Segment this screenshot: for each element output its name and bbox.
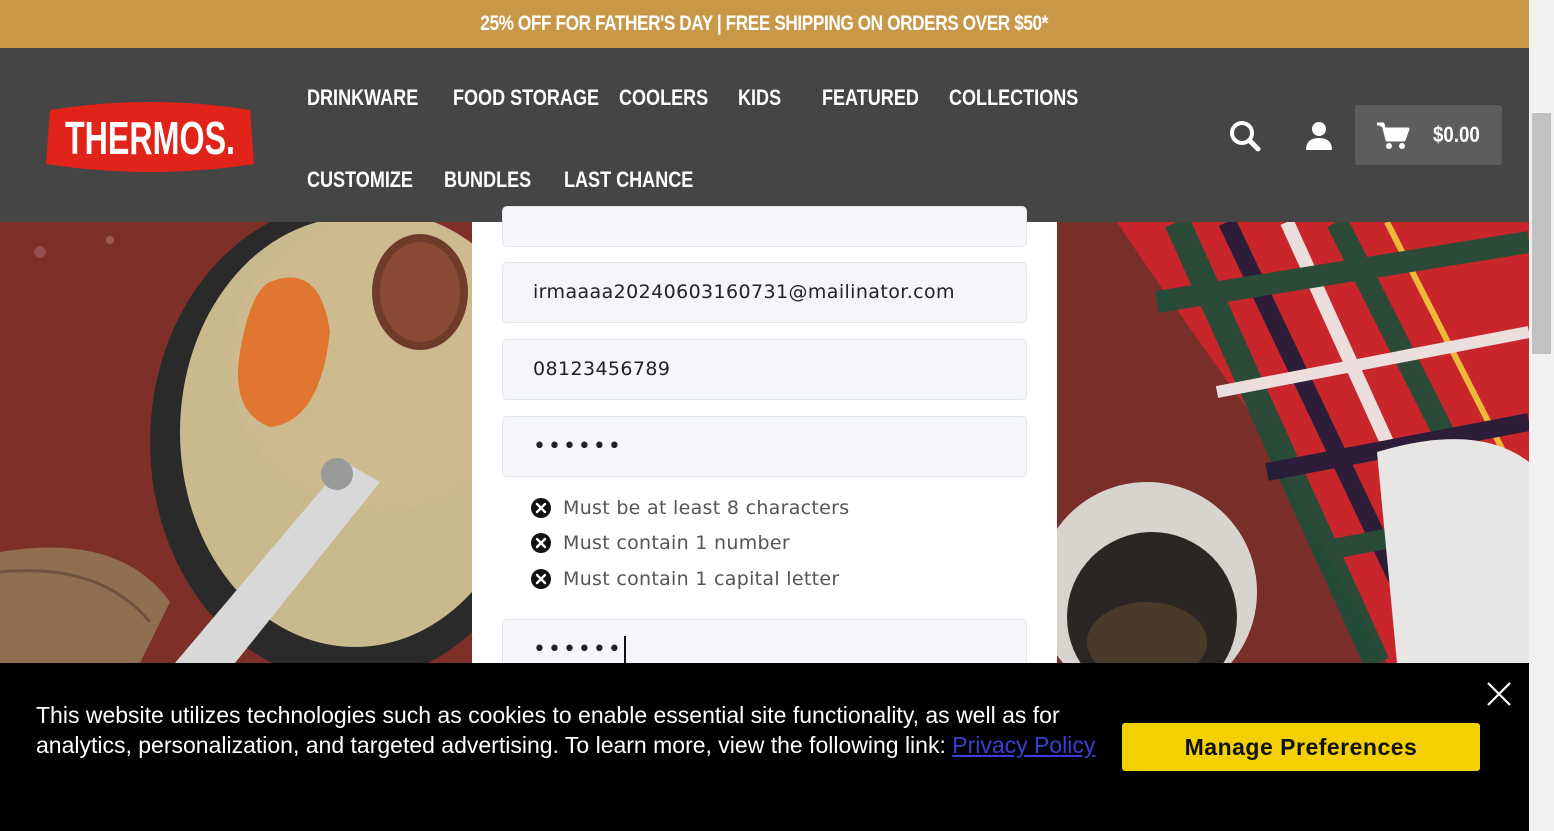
cookie-banner-text: This website utilizes technologies such … [36, 700, 1116, 760]
manage-preferences-button[interactable]: Manage Preferences [1122, 723, 1480, 771]
cart-total: $0.00 [1433, 122, 1480, 147]
scrollbar-thumb[interactable] [1532, 113, 1551, 354]
nav-food-storage[interactable]: FOOD STORAGE [453, 85, 599, 111]
password-rule-capital-text: Must contain 1 capital letter [563, 568, 840, 590]
confirm-password-value: •••••• [533, 637, 623, 662]
thermos-logo[interactable]: THERMOS. [44, 98, 256, 178]
cart-icon [1376, 121, 1410, 155]
search-icon[interactable] [1229, 120, 1261, 156]
promo-text: 25% OFF FOR FATHER'S DAY | FREE SHIPPING… [480, 12, 1049, 35]
x-circle-icon [531, 533, 551, 553]
name-field[interactable] [502, 206, 1027, 247]
cart-button[interactable]: $0.00 [1355, 105, 1502, 165]
password-rule-length-text: Must be at least 8 characters [563, 497, 850, 519]
cookie-message: This website utilizes technologies such … [36, 702, 1060, 758]
promo-banner[interactable]: 25% OFF FOR FATHER'S DAY | FREE SHIPPING… [0, 0, 1529, 48]
close-icon[interactable] [1486, 681, 1512, 707]
password-rule-number-text: Must contain 1 number [563, 532, 790, 554]
privacy-policy-link[interactable]: Privacy Policy [952, 732, 1095, 758]
nav-kids[interactable]: KIDS [738, 85, 781, 111]
nav-featured[interactable]: FEATURED [822, 85, 919, 111]
nav-last-chance[interactable]: LAST CHANCE [564, 167, 693, 193]
nav-coolers[interactable]: COOLERS [619, 85, 708, 111]
background-image-soup [0, 222, 472, 663]
cookie-banner: This website utilizes technologies such … [0, 663, 1529, 831]
nav-collections[interactable]: COLLECTIONS [949, 85, 1078, 111]
text-caret [623, 636, 626, 664]
nav-bundles[interactable]: BUNDLES [444, 167, 531, 193]
password-rule-length: Must be at least 8 characters [531, 497, 850, 519]
password-rule-number: Must contain 1 number [531, 532, 790, 554]
password-field[interactable]: •••••• [502, 416, 1027, 477]
site-header: THERMOS. DRINKWARE FOOD STORAGE COOLERS … [0, 48, 1529, 222]
user-icon[interactable] [1304, 121, 1334, 155]
phone-field[interactable]: 08123456789 [502, 339, 1027, 400]
registration-form-panel: irmaaaa20240603160731@mailinator.com 081… [472, 206, 1057, 680]
x-circle-icon [531, 569, 551, 589]
nav-drinkware[interactable]: DRINKWARE [307, 85, 418, 111]
nav-customize[interactable]: CUSTOMIZE [307, 167, 413, 193]
svg-text:THERMOS.: THERMOS. [65, 112, 235, 164]
x-circle-icon [531, 498, 551, 518]
email-field[interactable]: irmaaaa20240603160731@mailinator.com [502, 262, 1027, 323]
background-image-plaid [1057, 222, 1529, 663]
password-rule-capital: Must contain 1 capital letter [531, 568, 840, 590]
